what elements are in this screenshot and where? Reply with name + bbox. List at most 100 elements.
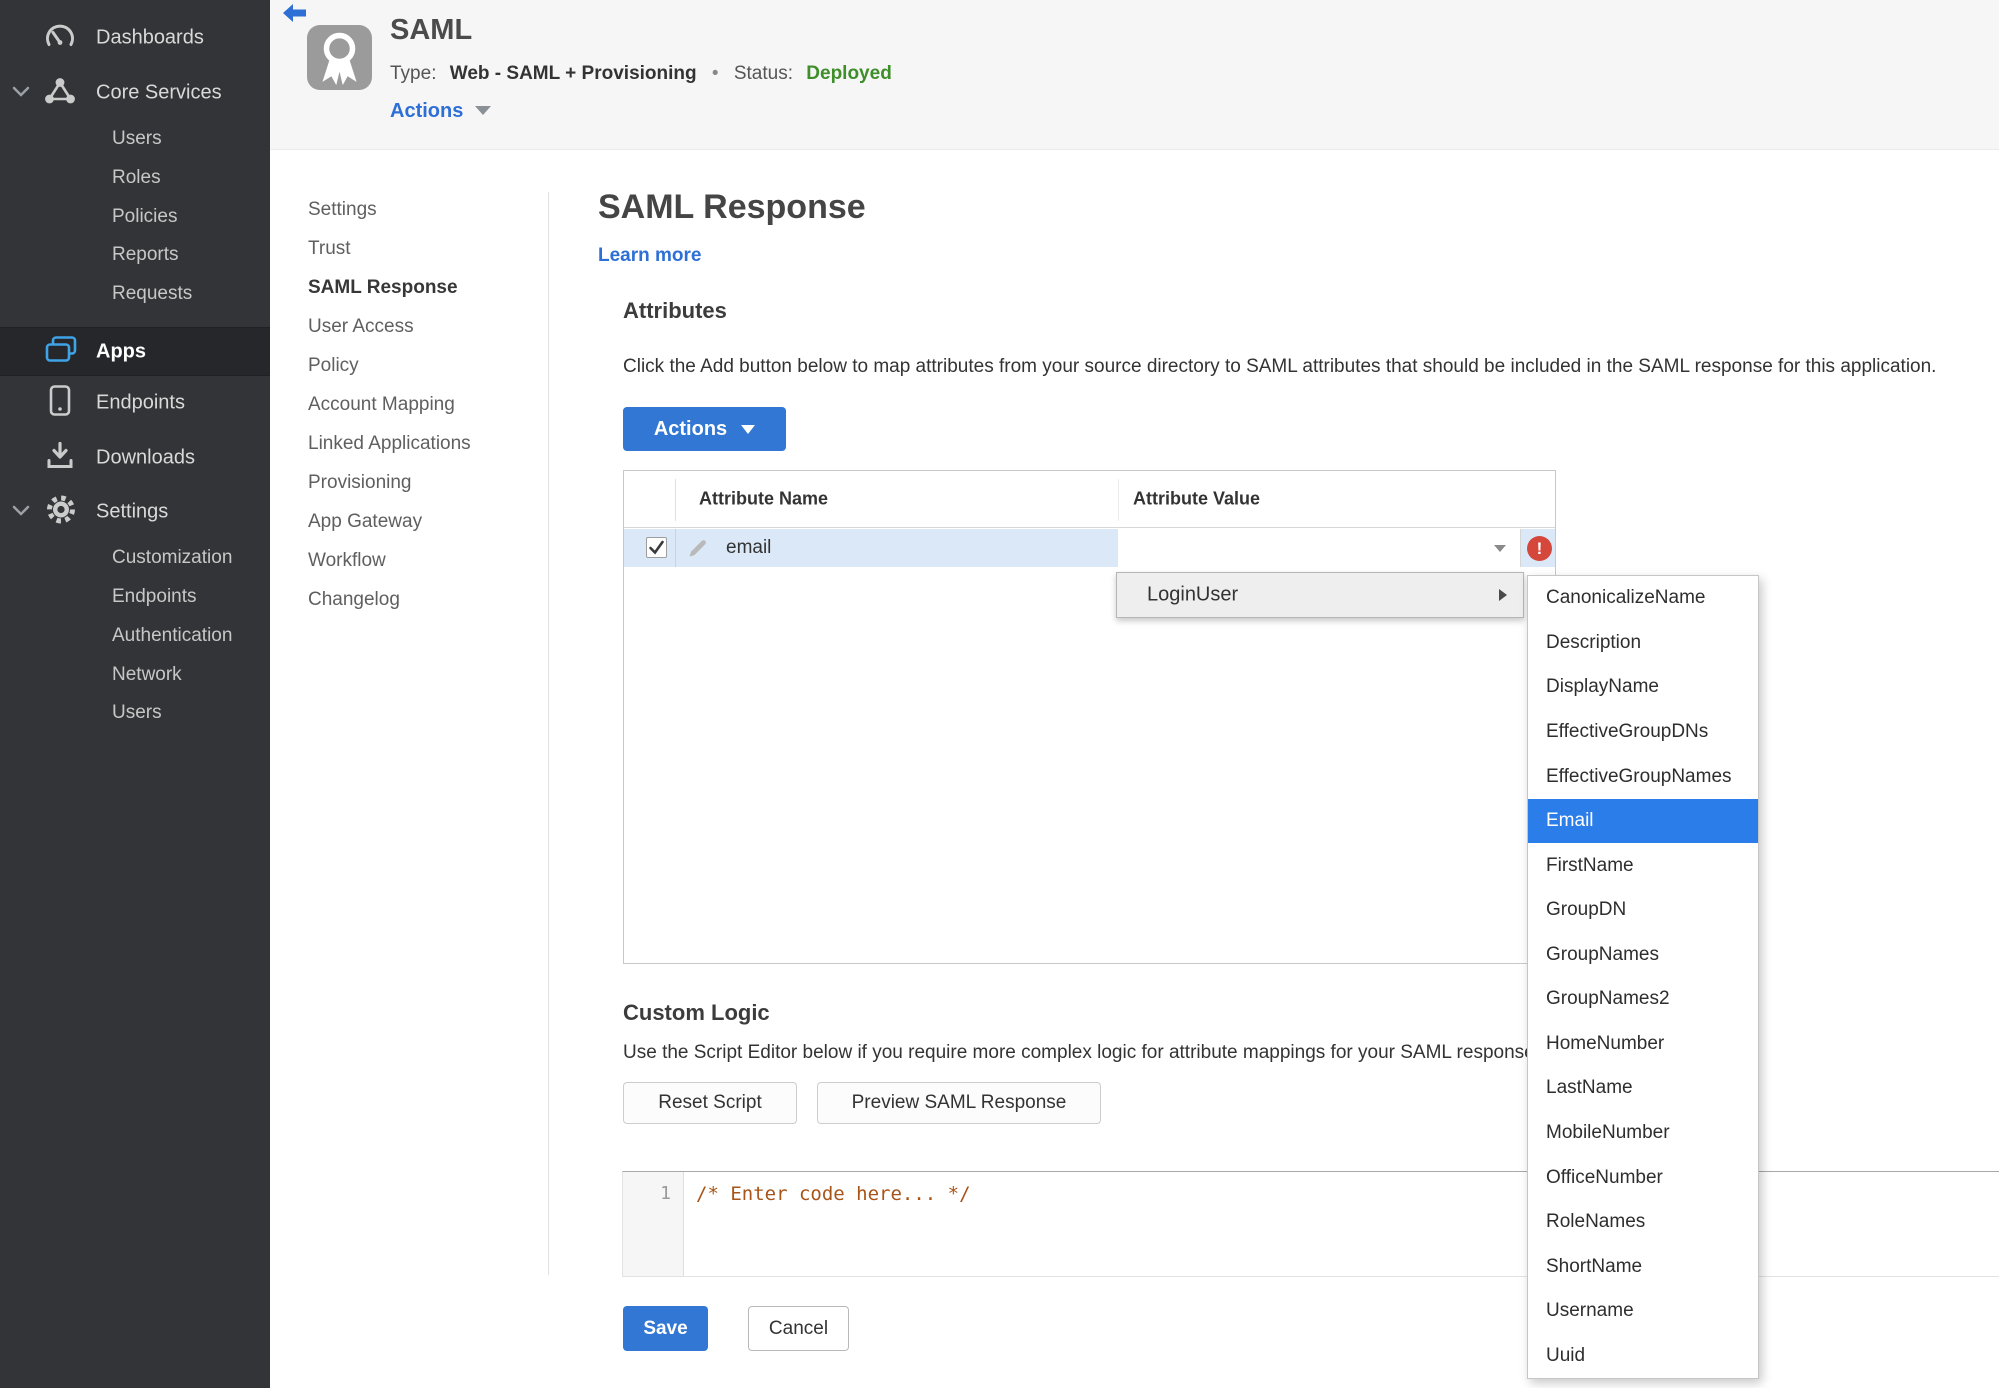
submenu-item-username[interactable]: Username [1528, 1289, 1758, 1334]
page-title: SAML Response [598, 188, 866, 226]
header-actions-menu[interactable]: Actions [390, 100, 492, 123]
endpoint-device-icon [48, 385, 72, 422]
triangle-down-icon [475, 106, 492, 115]
submenu-item-shortname[interactable]: ShortName [1528, 1244, 1758, 1289]
sidebar-item-label: Apps [96, 340, 146, 362]
sidebar-item-network[interactable]: Network [0, 659, 270, 691]
dashboard-gauge-icon [44, 22, 76, 55]
submenu-arrow-icon [1499, 589, 1507, 601]
app-subnav: Settings Trust SAML Response User Access… [308, 190, 533, 619]
submenu-item-groupnames2[interactable]: GroupNames2 [1528, 977, 1758, 1022]
sidebar-item-apps-active[interactable]: Apps [0, 327, 270, 376]
attribute-value-dropdown[interactable] [1118, 529, 1521, 567]
sidebar-item-label: Settings [96, 500, 169, 523]
submenu-item-groupdn[interactable]: GroupDN [1528, 888, 1758, 933]
sidebar-item-authentication[interactable]: Authentication [0, 620, 270, 652]
cancel-button[interactable]: Cancel [748, 1306, 849, 1351]
submenu-item-description[interactable]: Description [1528, 621, 1758, 666]
sidebar-subitem-label: Network [112, 664, 182, 685]
type-value: Web - SAML + Provisioning [449, 63, 697, 84]
sidebar-item-endpoints[interactable]: Endpoints [0, 385, 270, 422]
reset-script-label: Reset Script [658, 1092, 762, 1113]
back-arrow-icon[interactable] [282, 3, 308, 30]
submenu-item-email-selected[interactable]: Email [1528, 798, 1758, 844]
subnav-item-user-access[interactable]: User Access [308, 307, 533, 346]
script-editor[interactable]: 1 /* Enter code here... */ [622, 1171, 1999, 1277]
submenu-item-homenumber[interactable]: HomeNumber [1528, 1022, 1758, 1067]
sidebar-item-policies[interactable]: Policies [0, 201, 270, 233]
type-label: Type: [390, 63, 437, 84]
subnav-item-policy[interactable]: Policy [308, 346, 533, 385]
preview-saml-label: Preview SAML Response [851, 1092, 1067, 1113]
edit-pencil-icon[interactable] [687, 537, 709, 564]
chevron-down-icon [12, 503, 30, 521]
sidebar-item-settings[interactable]: Settings [0, 495, 270, 528]
sidebar-item-users[interactable]: Users [0, 123, 270, 155]
reset-script-button[interactable]: Reset Script [623, 1082, 797, 1124]
submenu-item-mobilenumber[interactable]: MobileNumber [1528, 1111, 1758, 1156]
editor-gutter: 1 [623, 1172, 684, 1276]
sidebar-subitem-label: Policies [112, 206, 178, 227]
subnav-item-settings[interactable]: Settings [308, 190, 533, 229]
subnav-item-saml-response[interactable]: SAML Response [308, 268, 533, 307]
sidebar-item-label: Downloads [96, 446, 195, 469]
submenu-item-canonicalizename[interactable]: CanonicalizeName [1528, 576, 1758, 621]
subnav-item-linked-applications[interactable]: Linked Applications [308, 424, 533, 463]
triangle-down-icon [741, 424, 756, 434]
table-row[interactable]: email ! [624, 529, 1555, 567]
download-icon [44, 441, 76, 476]
header-actions-label: Actions [390, 100, 464, 122]
submenu-item-effectivegroupnames[interactable]: EffectiveGroupNames [1528, 754, 1758, 799]
custom-logic-heading: Custom Logic [623, 1000, 770, 1025]
attributes-actions-button[interactable]: Actions [623, 407, 786, 451]
custom-logic-description: Use the Script Editor below if you requi… [623, 1042, 1540, 1063]
loginuser-submenu: CanonicalizeName Description DisplayName… [1527, 575, 1759, 1379]
subnav-item-provisioning[interactable]: Provisioning [308, 463, 533, 502]
preview-saml-response-button[interactable]: Preview SAML Response [817, 1082, 1101, 1124]
editor-code[interactable]: /* Enter code here... */ [696, 1183, 971, 1205]
sidebar-item-label: Core Services [96, 81, 222, 104]
sidebar-item-settings-users[interactable]: Users [0, 697, 270, 729]
caret-down-icon [1494, 545, 1506, 552]
submenu-item-displayname[interactable]: DisplayName [1528, 665, 1758, 710]
value-menu-loginuser[interactable]: LoginUser [1116, 572, 1524, 618]
submenu-item-firstname[interactable]: FirstName [1528, 843, 1758, 888]
column-header-attribute-name: Attribute Name [699, 488, 829, 509]
subnav-item-changelog[interactable]: Changelog [308, 580, 533, 619]
sidebar-item-label: Endpoints [96, 391, 185, 414]
save-button[interactable]: Save [623, 1306, 708, 1351]
subnav-item-workflow[interactable]: Workflow [308, 541, 533, 580]
sidebar-item-requests[interactable]: Requests [0, 278, 270, 310]
submenu-item-rolenames[interactable]: RoleNames [1528, 1200, 1758, 1245]
subnav-item-app-gateway[interactable]: App Gateway [308, 502, 533, 541]
attributes-heading: Attributes [623, 298, 727, 323]
submenu-item-uuid[interactable]: Uuid [1528, 1334, 1758, 1379]
save-label: Save [643, 1317, 688, 1339]
sidebar-item-dashboards[interactable]: Dashboards [0, 22, 270, 54]
actions-button-label: Actions [653, 417, 728, 440]
sidebar-item-roles[interactable]: Roles [0, 162, 270, 194]
subnav-item-trust[interactable]: Trust [308, 229, 533, 268]
subnav-item-account-mapping[interactable]: Account Mapping [308, 385, 533, 424]
chevron-down-icon [12, 84, 30, 102]
column-divider [1118, 479, 1119, 521]
dot-separator: • [711, 63, 719, 84]
sidebar-item-settings-endpoints[interactable]: Endpoints [0, 581, 270, 613]
row-checkbox[interactable] [646, 537, 667, 558]
validation-error-icon: ! [1527, 536, 1552, 561]
cancel-label: Cancel [768, 1317, 829, 1339]
sidebar-item-customization[interactable]: Customization [0, 542, 270, 574]
learn-more-link[interactable]: Learn more [598, 245, 701, 267]
sidebar: Dashboards Core Services Users Roles Pol… [0, 0, 270, 1388]
sidebar-item-core-services[interactable]: Core Services [0, 77, 270, 109]
submenu-item-groupnames[interactable]: GroupNames [1528, 933, 1758, 978]
apps-icon [44, 334, 78, 369]
sidebar-subitem-label: Customization [112, 547, 233, 568]
attribute-name-cell: email [726, 537, 772, 558]
sidebar-item-reports[interactable]: Reports [0, 239, 270, 271]
submenu-item-lastname[interactable]: LastName [1528, 1066, 1758, 1111]
sidebar-item-downloads[interactable]: Downloads [0, 441, 270, 476]
submenu-item-officenumber[interactable]: OfficeNumber [1528, 1155, 1758, 1200]
submenu-item-effectivegroupdns[interactable]: EffectiveGroupDNs [1528, 710, 1758, 755]
line-number: 1 [660, 1183, 671, 1204]
